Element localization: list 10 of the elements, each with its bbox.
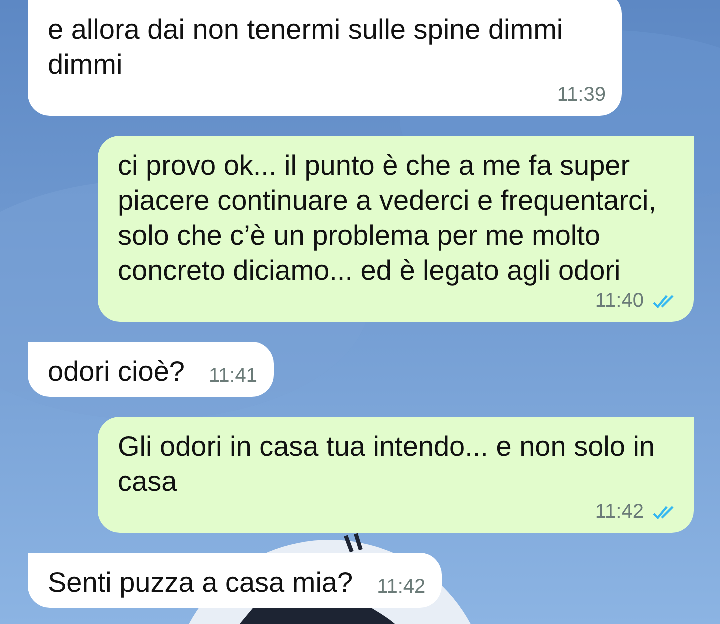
message-time: 11:41	[208, 364, 258, 389]
message-time: 11:39	[557, 83, 606, 108]
message-text: e allora dai non tenermi sulle spine dimmi dimmi	[48, 13, 564, 82]
message-time: 11:42	[595, 500, 644, 525]
message-text: ci provo ok... il punto è che a me fa super piacere continuare a vederci e frequentarci, solo che c’è un problema per me molto concreto diciamo... ed è legato agli odori	[118, 149, 658, 288]
message-text: Senti puzza a casa mia?	[48, 566, 354, 600]
message-text: Gli odori in casa tua intendo... e non solo in casa	[118, 430, 656, 499]
message-text: odori cioè?	[48, 355, 185, 389]
message-time: 11:42	[377, 575, 426, 600]
message-time: 11:40	[595, 289, 644, 314]
